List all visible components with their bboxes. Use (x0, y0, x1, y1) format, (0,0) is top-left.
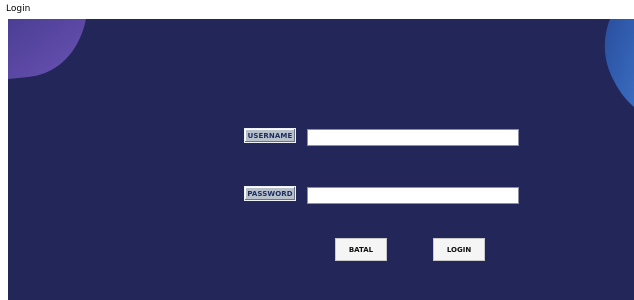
decorative-shape-right (600, 19, 634, 109)
window-title: Login (6, 4, 31, 14)
title-bar[interactable]: Login (0, 0, 634, 19)
username-label: USERNAME (244, 128, 296, 143)
login-window: Login USERNAME PASSWORD BATAL LOGIN (0, 0, 634, 300)
password-label: PASSWORD (244, 186, 296, 201)
cancel-button[interactable]: BATAL (335, 238, 387, 261)
login-panel: USERNAME PASSWORD BATAL LOGIN (8, 19, 634, 300)
password-input[interactable] (307, 187, 519, 204)
username-input[interactable] (307, 129, 519, 146)
decorative-shape-left (8, 19, 90, 79)
login-button[interactable]: LOGIN (433, 238, 485, 261)
